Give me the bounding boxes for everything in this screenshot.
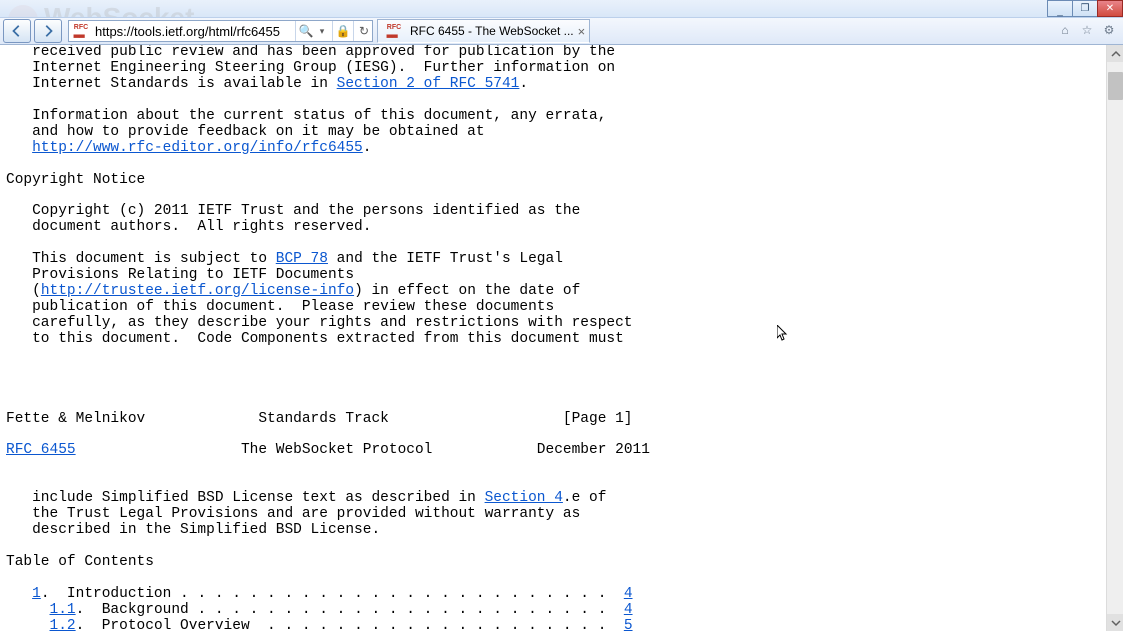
toc-link-1-1[interactable]: 1.1 — [50, 602, 76, 618]
rfc-document: received public review and has been appr… — [0, 45, 1106, 631]
tools-icon[interactable]: ⚙ — [1101, 22, 1117, 38]
chevron-down-icon — [1111, 618, 1121, 628]
text: ) in effect on the date of — [354, 283, 580, 299]
toolbar: RFC▃▃ 🔍 ▾ 🔒 ↻ RFC▃▃ RFC 6455 - The WebSo… — [0, 17, 1123, 45]
refresh-button[interactable]: ↻ — [356, 23, 372, 39]
close-button[interactable]: ✕ — [1097, 0, 1123, 17]
browser-tab[interactable]: RFC▃▃ RFC 6455 - The WebSocket ... × — [377, 19, 590, 43]
maximize-button[interactable]: ❐ — [1072, 0, 1098, 17]
text: . Introduction . . . . . . . . . . . . .… — [41, 586, 624, 602]
toc-page-4[interactable]: 4 — [624, 586, 633, 602]
tab-close-button[interactable]: × — [578, 24, 586, 39]
toolbar-right-icons: ⌂ ☆ ⚙ — [1057, 22, 1117, 38]
toc-page-4b[interactable]: 4 — [624, 602, 633, 618]
scroll-down-button[interactable] — [1107, 614, 1123, 631]
text: and the IETF Trust's Legal — [328, 251, 563, 267]
tab-title: RFC 6455 - The WebSocket ... — [410, 24, 574, 38]
text: Internet Standards is available in — [6, 76, 337, 92]
window-buttons: _ ❐ ✕ — [1048, 0, 1123, 17]
link-section2-rfc5741[interactable]: Section 2 of RFC 5741 — [337, 76, 520, 92]
text: to this document. Code Components extrac… — [6, 331, 624, 347]
text: the Trust Legal Provisions and are provi… — [6, 506, 580, 522]
arrow-right-icon — [41, 24, 55, 38]
scroll-thumb[interactable] — [1108, 72, 1123, 100]
text: document authors. All rights reserved. — [6, 219, 371, 235]
back-button[interactable] — [3, 19, 31, 43]
site-favicon: RFC▃▃ — [72, 22, 90, 40]
text: . Background . . . . . . . . . . . . . .… — [76, 602, 624, 618]
text: publication of this document. Please rev… — [6, 299, 554, 315]
tab-favicon: RFC▃▃ — [385, 22, 403, 40]
link-license-info[interactable]: http://trustee.ietf.org/license-info — [41, 283, 354, 299]
link-section4[interactable]: Section 4 — [485, 490, 563, 506]
forward-button[interactable] — [34, 19, 62, 43]
text: received public review and has been appr… — [6, 45, 615, 60]
text: Provisions Relating to IETF Documents — [6, 267, 354, 283]
text: Internet Engineering Steering Group (IES… — [6, 60, 615, 76]
link-rfc6455[interactable]: RFC 6455 — [6, 442, 76, 458]
toc-page-5[interactable]: 5 — [624, 618, 633, 631]
text: .e of — [563, 490, 607, 506]
chevron-up-icon — [1111, 49, 1121, 59]
address-bar: RFC▃▃ 🔍 ▾ 🔒 ↻ — [68, 20, 373, 42]
text: and how to provide feedback on it may be… — [6, 124, 485, 140]
toc-link-1-2[interactable]: 1.2 — [50, 618, 76, 631]
browser-window: WebSocket _ ❐ ✕ RFC▃▃ 🔍 ▾ 🔒 ↻ RFC▃▃ RFC … — [0, 0, 1123, 631]
content-area: received public review and has been appr… — [0, 45, 1123, 631]
url-input[interactable] — [93, 21, 293, 41]
page-header: The WebSocket Protocol December 2011 — [76, 442, 650, 458]
lock-icon: 🔒 — [335, 23, 351, 39]
text: . — [363, 140, 372, 156]
text: . — [519, 76, 528, 92]
search-dropdown-icon[interactable]: ▾ — [314, 23, 330, 39]
page-footer: Fette & Melnikov Standards Track [Page 1… — [6, 411, 633, 427]
minimize-button[interactable]: _ — [1047, 0, 1073, 17]
search-icon[interactable]: 🔍 — [298, 23, 314, 39]
favorites-icon[interactable]: ☆ — [1079, 22, 1095, 38]
text: . Protocol Overview . . . . . . . . . . … — [76, 618, 624, 631]
text: Information about the current status of … — [6, 108, 606, 124]
home-icon[interactable]: ⌂ — [1057, 22, 1073, 38]
arrow-left-icon — [10, 24, 24, 38]
toc-link-1[interactable]: 1 — [32, 586, 41, 602]
scroll-track[interactable] — [1107, 62, 1123, 614]
text: carefully, as they describe your rights … — [6, 315, 633, 331]
link-bcp78[interactable]: BCP 78 — [276, 251, 328, 267]
text: Copyright (c) 2011 IETF Trust and the pe… — [6, 203, 580, 219]
text: described in the Simplified BSD License. — [6, 522, 380, 538]
link-rfc-editor[interactable]: http://www.rfc-editor.org/info/rfc6455 — [32, 140, 363, 156]
title-bar[interactable]: WebSocket _ ❐ ✕ — [0, 0, 1123, 17]
heading-toc: Table of Contents — [6, 554, 154, 570]
vertical-scrollbar[interactable] — [1106, 45, 1123, 631]
scroll-up-button[interactable] — [1107, 45, 1123, 62]
heading-copyright: Copyright Notice — [6, 172, 145, 188]
